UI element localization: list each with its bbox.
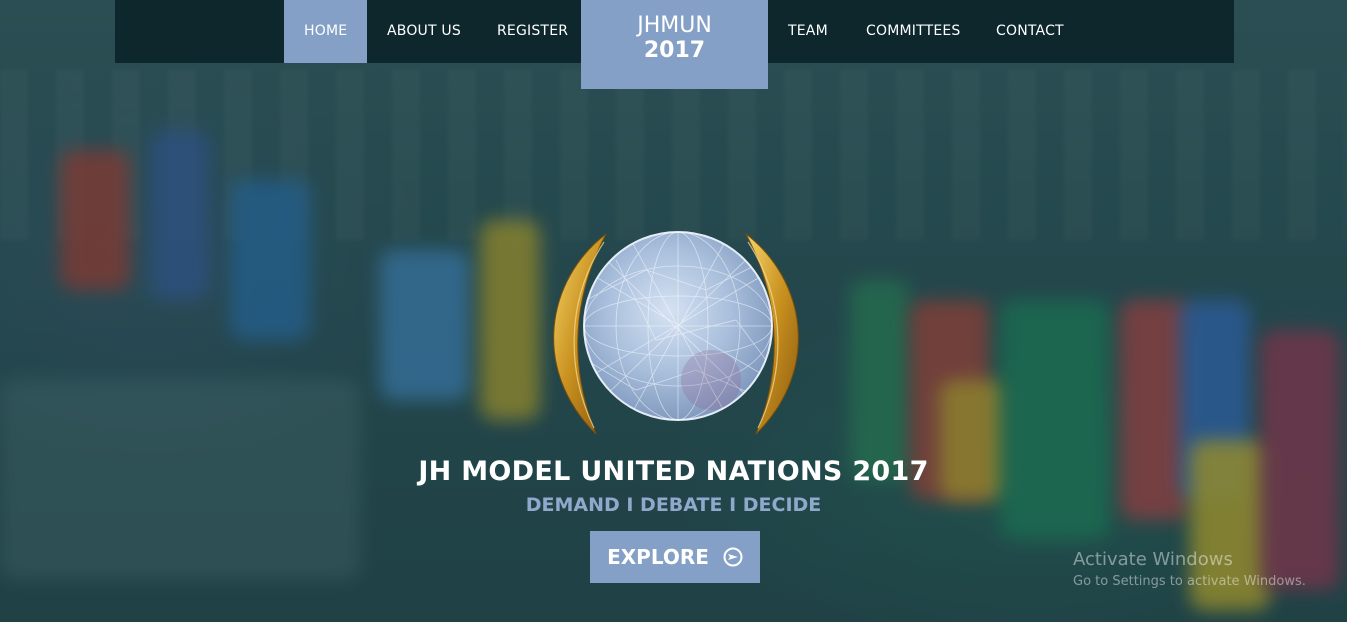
- nav-about-us[interactable]: ABOUT US: [387, 0, 461, 63]
- hero-tagline: DEMAND I DEBATE I DECIDE: [525, 494, 822, 516]
- windows-activation-watermark: Activate Windows Go to Settings to activ…: [1073, 548, 1306, 592]
- nav-home[interactable]: HOME: [284, 0, 368, 63]
- watermark-title: Activate Windows: [1073, 549, 1233, 570]
- nav-contact[interactable]: CONTACT: [996, 0, 1064, 63]
- nav-committees[interactable]: COMMITTEES: [866, 0, 961, 63]
- brand-name: JHMUN: [637, 13, 712, 38]
- watermark-subtitle: Go to Settings to activate Windows.: [1073, 574, 1306, 589]
- explore-button-label: EXPLORE: [607, 545, 709, 569]
- send-arrow-icon: [723, 547, 743, 567]
- hero-title: JH MODEL UNITED NATIONS 2017: [418, 456, 929, 487]
- explore-button[interactable]: EXPLORE: [590, 531, 760, 583]
- brand-year: 2017: [643, 38, 706, 63]
- brand-logo[interactable]: JHMUN 2017: [581, 0, 768, 89]
- nav-register[interactable]: REGISTER: [497, 0, 568, 63]
- globe-laurel-emblem-icon: [553, 231, 799, 435]
- top-navbar: HOME ABOUT US REGISTER JHMUN 2017 TEAM C…: [115, 0, 1234, 89]
- nav-team[interactable]: TEAM: [788, 0, 828, 63]
